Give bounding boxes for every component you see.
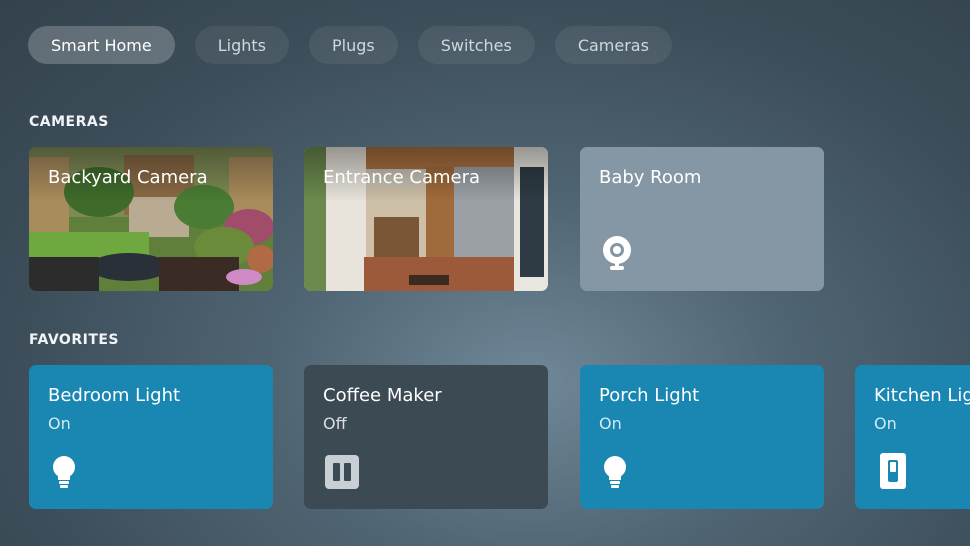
tab-cameras[interactable]: Cameras xyxy=(554,26,672,64)
camera-name: Backyard Camera xyxy=(48,167,208,188)
webcam-icon xyxy=(603,236,631,270)
device-name: Kitchen Light xyxy=(874,385,970,406)
device-card-kitchen-light[interactable]: Kitchen Light On xyxy=(855,365,970,509)
favorites-heading: FAVORITES xyxy=(29,332,120,348)
camera-card-entrance[interactable]: Entrance Camera xyxy=(304,147,548,291)
device-state: On xyxy=(874,414,897,433)
bulb-icon xyxy=(53,456,75,488)
camera-card-baby-room[interactable]: Baby Room xyxy=(580,147,824,291)
category-tabs: Smart Home Lights Plugs Switches Cameras xyxy=(28,26,672,64)
device-card-coffee-maker[interactable]: Coffee Maker Off xyxy=(304,365,548,509)
tab-switches[interactable]: Switches xyxy=(417,26,535,64)
tab-lights[interactable]: Lights xyxy=(194,26,289,64)
tab-smart-home[interactable]: Smart Home xyxy=(28,26,175,64)
device-name: Bedroom Light xyxy=(48,385,181,406)
plug-icon xyxy=(325,455,359,489)
cameras-heading: CAMERAS xyxy=(29,114,109,130)
device-state: On xyxy=(48,414,71,433)
device-name: Coffee Maker xyxy=(323,385,442,406)
camera-name: Baby Room xyxy=(599,167,702,188)
switch-icon xyxy=(880,453,906,489)
camera-card-backyard[interactable]: Backyard Camera xyxy=(29,147,273,291)
bulb-icon xyxy=(604,456,626,488)
tab-plugs[interactable]: Plugs xyxy=(309,26,398,64)
camera-name: Entrance Camera xyxy=(323,167,481,188)
device-card-bedroom-light[interactable]: Bedroom Light On xyxy=(29,365,273,509)
device-name: Porch Light xyxy=(599,385,700,406)
device-state: Off xyxy=(323,414,347,433)
device-card-porch-light[interactable]: Porch Light On xyxy=(580,365,824,509)
device-state: On xyxy=(599,414,622,433)
